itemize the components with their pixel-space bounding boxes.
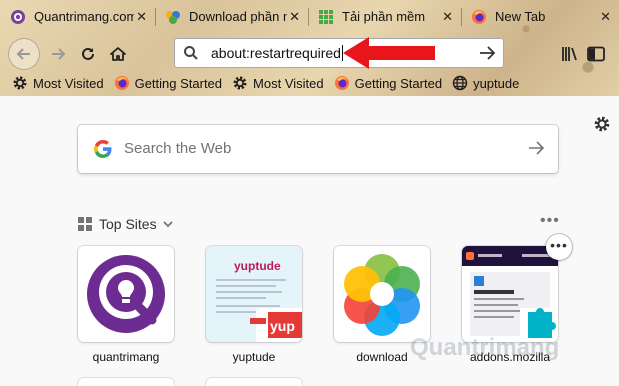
firefox-icon <box>334 76 349 90</box>
close-icon[interactable]: ✕ <box>287 9 302 25</box>
site-thumbnail <box>78 246 174 342</box>
top-site-yuptude[interactable]: yuptude yup yuptude <box>206 246 302 364</box>
top-sites-title: Top Sites <box>99 216 157 232</box>
site-label: quantrimang <box>92 350 160 364</box>
bookmarks-toolbar: Most Visited Getting Started Most Visite… <box>0 72 619 94</box>
close-icon[interactable]: ✕ <box>598 9 613 25</box>
bookmark-label: Getting Started <box>134 75 223 91</box>
svg-text:yup: yup <box>270 318 295 334</box>
chevron-down-icon <box>162 221 173 228</box>
quantrimang-logo-icon <box>87 255 165 333</box>
arrow-left-icon <box>16 48 30 60</box>
url-text[interactable]: about:restartrequired <box>211 45 343 61</box>
bookmark-most-visited[interactable]: Most Visited <box>232 75 324 91</box>
close-icon[interactable]: ✕ <box>440 9 455 25</box>
top-site-quantrimang[interactable]: quantrimang <box>78 246 174 364</box>
sidebar-button[interactable] <box>582 40 610 68</box>
tab-label: New Tab <box>495 9 546 24</box>
web-search-box[interactable]: Search the Web <box>78 125 558 173</box>
bookmark-getting-started[interactable]: Getting Started <box>114 75 222 91</box>
site-thumbnail <box>334 246 430 342</box>
colorful-flower-icon <box>166 10 180 24</box>
more-options-icon[interactable]: ••• <box>540 212 560 230</box>
addons-page-preview <box>462 246 558 342</box>
tab-download[interactable]: Download phần m ✕ <box>155 0 308 33</box>
reload-icon <box>82 47 94 60</box>
site-context-menu-button[interactable]: ••• <box>546 234 572 260</box>
back-button[interactable] <box>8 38 40 70</box>
home-icon <box>110 47 126 61</box>
gear-icon <box>233 76 247 90</box>
google-g-icon <box>94 140 112 158</box>
bookmark-yuptude[interactable]: yuptude <box>452 75 519 91</box>
nav-bar: about:restartrequired <box>0 34 619 72</box>
top-site-tile[interactable] <box>78 378 174 386</box>
tab-new-tab[interactable]: New Tab ✕ <box>461 0 619 33</box>
quantrimang-q-icon <box>11 9 25 24</box>
svg-text:yuptude: yuptude <box>234 259 281 273</box>
bookmark-most-visited[interactable]: Most Visited <box>12 75 104 91</box>
red-arrow-icon <box>343 37 435 69</box>
site-thumbnail <box>462 246 558 342</box>
tab-label: Tải phần mềm <box>342 9 426 24</box>
bookmark-getting-started[interactable]: Getting Started <box>334 75 442 91</box>
tab-label: Quantrimang.com <box>34 9 135 24</box>
url-bar[interactable]: about:restartrequired <box>174 38 504 68</box>
search-placeholder: Search the Web <box>124 140 232 157</box>
home-button[interactable] <box>104 40 132 68</box>
firefox-icon <box>114 76 129 90</box>
go-arrow-icon[interactable] <box>477 43 497 63</box>
tab-label: Download phần m <box>189 9 288 24</box>
top-sites-header[interactable]: Top Sites <box>78 216 174 232</box>
tab-tai-phan-mem[interactable]: Tải phần mềm ✕ <box>308 0 461 33</box>
colorful-flower-icon <box>344 254 420 336</box>
site-label: yuptude <box>232 350 276 364</box>
bookmark-label: Getting Started <box>354 75 443 91</box>
watermark: Quantrimang <box>410 334 560 361</box>
green-grid-icon <box>319 9 333 24</box>
library-button[interactable] <box>556 40 584 68</box>
close-icon[interactable]: ✕ <box>134 9 149 25</box>
tab-strip: Quantrimang.com ✕ Download phần m ✕ Tải … <box>0 0 619 34</box>
grid-icon <box>78 217 92 231</box>
gear-icon[interactable] <box>593 115 611 133</box>
arrow-right-icon[interactable] <box>526 138 546 158</box>
firefox-icon <box>472 9 486 24</box>
bookmark-label: yuptude <box>473 75 520 91</box>
search-icon <box>184 46 198 60</box>
site-thumbnail: yuptude yup <box>206 246 302 342</box>
globe-icon <box>452 75 468 91</box>
yuptude-page-preview: yuptude yup <box>216 259 302 342</box>
top-site-tile[interactable] <box>206 378 302 386</box>
tab-quantrimang[interactable]: Quantrimang.com ✕ <box>0 0 155 33</box>
forward-button[interactable] <box>44 40 72 68</box>
sidebar-icon <box>587 46 605 62</box>
bookmark-label: Most Visited <box>33 75 104 91</box>
bookmark-label: Most Visited <box>253 75 324 91</box>
gear-icon <box>13 76 27 90</box>
reload-button[interactable] <box>74 40 102 68</box>
arrow-right-icon <box>52 48 66 60</box>
library-icon <box>562 47 577 61</box>
